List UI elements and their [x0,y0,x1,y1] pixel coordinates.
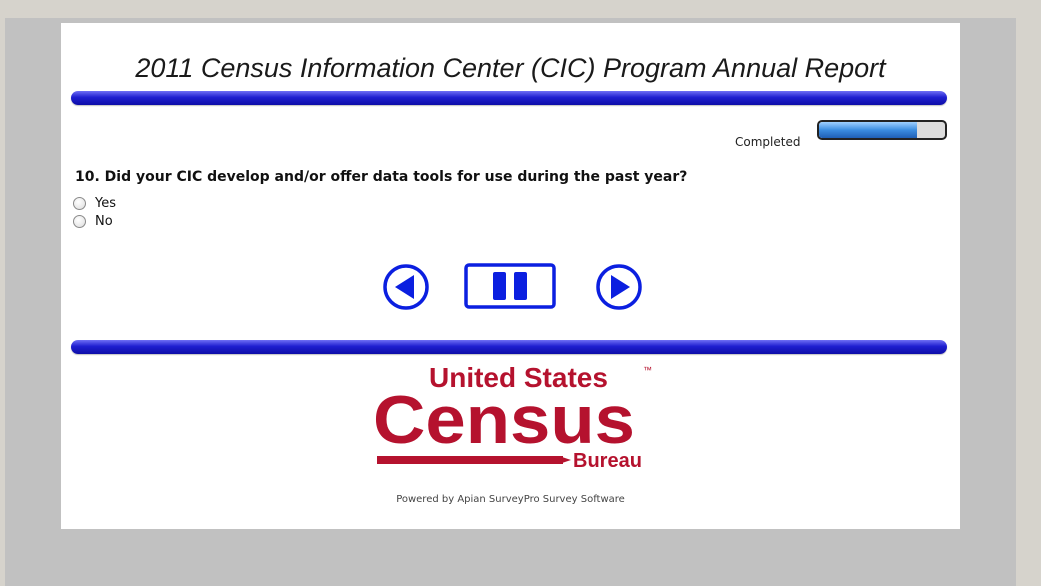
header-divider [71,91,947,105]
powered-by-text: Powered by Apian SurveyPro Survey Softwa… [396,494,625,505]
progress-bar-fill [819,122,918,138]
radio-yes[interactable] [73,197,86,210]
next-arrow-icon [596,264,642,310]
census-bureau-logo: United States ™ Census Bureau [373,362,652,472]
option-yes[interactable]: Yes [73,196,116,211]
window-edge [1016,0,1041,586]
survey-title: 2011 Census Information Center (CIC) Pro… [135,53,886,83]
next-button[interactable] [594,263,644,311]
footer-divider [71,340,947,354]
pause-icon [464,263,556,309]
back-button[interactable] [381,263,431,311]
option-yes-label: Yes [95,196,116,211]
progress-label: Completed [735,135,801,149]
radio-no[interactable] [73,215,86,228]
logo-line-bureau: Bureau [573,450,642,472]
logo-trademark: ™ [643,365,652,375]
progress-bar [817,120,947,140]
survey-panel: 2011 Census Information Center (CIC) Pro… [61,23,960,529]
logo-underline [377,456,563,464]
question-text: 10. Did your CIC develop and/or offer da… [75,169,688,185]
back-arrow-icon [383,264,429,310]
option-no[interactable]: No [73,214,113,229]
option-no-label: No [95,214,113,229]
pause-button[interactable] [464,263,556,309]
logo-line-census: Census [373,382,635,458]
